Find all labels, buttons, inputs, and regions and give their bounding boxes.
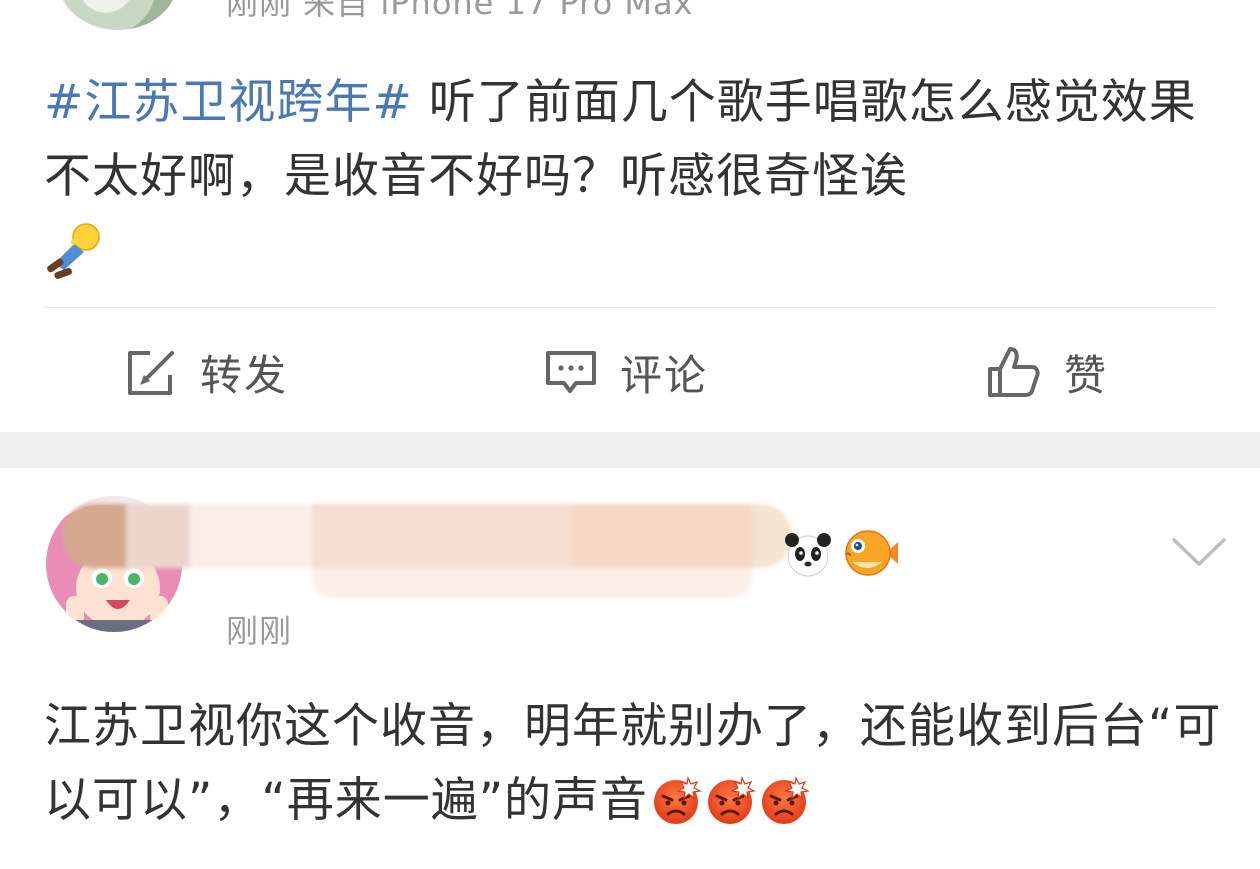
comment-body: 江苏卫视你这个收音，明年就别办了，还能收到后台“可以可以”，“再来一遍”的声音 [44,690,1234,838]
like-label: 赞 [1064,350,1109,400]
comment-text: 江苏卫视你这个收音，明年就别办了，还能收到后台“可以可以”，“再来一遍”的声音 [44,699,1222,828]
repost-label: 转发 [200,350,289,400]
hashtag-link[interactable]: #江苏卫视跨年# [44,75,413,130]
comment-icon [546,351,596,393]
action-bar: 转发 评论 赞 [0,340,1260,404]
divider [44,307,1216,308]
angry-face-emoji-icon [762,776,811,824]
comment-time: 刚刚 [226,612,293,650]
section-separator [0,432,1260,468]
repost-button[interactable]: 转发 [124,340,288,404]
like-button[interactable]: 赞 [986,340,1108,404]
repost-icon [128,351,174,395]
comment-label: 评论 [620,350,709,400]
angry-face-emoji-icon [708,776,757,824]
angry-face-emoji-icon [654,776,703,824]
post-card: 刚刚 来自 iPhone 17 Pro Max #江苏卫视跨年# 听了前面几个歌… [0,0,1260,432]
chevron-down-icon[interactable] [1170,534,1228,570]
post-body: #江苏卫视跨年# 听了前面几个歌手唱歌怎么感觉效果不太好啊，是收音不好吗？听感很… [44,66,1234,280]
blur-strip [312,568,752,598]
comment-card: 刚刚 江苏卫视你这个收音，明年就别办了，还能收到后台“可以可以”，“再来一遍”的… [0,468,1260,869]
comment-button[interactable]: 评论 [544,340,708,404]
pufferfish-badge-icon [845,530,898,576]
angry-emoji-row [650,774,812,826]
panda-badge-icon [785,533,831,577]
like-icon [988,347,1040,397]
post-meta: 刚刚 来自 iPhone 17 Pro Max [226,0,694,22]
blurred-username[interactable] [62,504,792,598]
fallen-person-emoji-icon [47,223,100,279]
author-avatar[interactable] [58,0,178,30]
